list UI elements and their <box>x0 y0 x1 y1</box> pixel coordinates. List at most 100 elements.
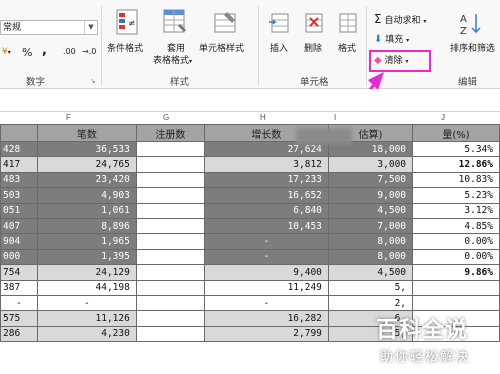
table-cell[interactable]: 1,061 <box>36 202 137 219</box>
data-table: 笔数 注册数 增长数 估算) 量(%) 428 36,533 27,624 18,000 5.34… <box>0 124 500 343</box>
table-header-row: 笔数 注册数 增长数 估算) 量(%) <box>0 124 500 142</box>
watermark-logo: 百科全说 助你轻松解决 <box>372 312 500 374</box>
table-cell[interactable]: 8,000 <box>327 248 414 266</box>
table-cell[interactable]: 3.12% <box>412 202 500 219</box>
table-cell[interactable] <box>135 264 205 281</box>
table-cell[interactable]: 2, <box>327 294 414 312</box>
watermark-subtitle: 助你轻松解决 <box>380 350 471 365</box>
table-row: 503 4,903 16,652 9,000 5.23% <box>0 187 500 204</box>
column-headers: F G H I J <box>0 112 500 124</box>
table-cell[interactable]: 10,453 <box>203 217 329 235</box>
table-cell[interactable] <box>135 156 205 173</box>
column-h[interactable]: H <box>260 113 266 122</box>
table-cell[interactable]: - <box>36 294 137 312</box>
table-cell[interactable] <box>135 217 205 235</box>
table-row: - - -2, <box>0 294 500 312</box>
table-cell[interactable] <box>135 140 205 158</box>
table-cell[interactable]: 2,799 <box>203 325 329 343</box>
table-cell[interactable]: 24,765 <box>36 156 137 173</box>
table-row: 000 1,395 -8,000 0.00% <box>0 248 500 266</box>
table-cell[interactable]: 17,233 <box>203 171 329 189</box>
column-i[interactable]: I <box>334 113 336 122</box>
table-cell[interactable] <box>135 202 205 219</box>
column-f[interactable]: F <box>66 113 71 122</box>
table-cell[interactable]: 8,896 <box>36 217 137 235</box>
row-cell-partial[interactable]: 904 <box>0 233 38 250</box>
table-cell[interactable]: 4,500 <box>327 202 414 219</box>
header-cell[interactable] <box>0 124 38 142</box>
row-cell-partial[interactable]: 286 <box>0 325 38 343</box>
table-cell[interactable] <box>135 294 205 312</box>
header-cell[interactable]: 注册数 <box>135 124 205 142</box>
table-cell[interactable]: - <box>203 248 329 266</box>
table-row: 428 36,533 27,624 18,000 5.34% <box>0 140 500 158</box>
table-cell[interactable]: 5.23% <box>412 187 500 204</box>
table-row: 417 24,765 3,812 3,000 12.86% <box>0 156 500 173</box>
table-cell[interactable]: 7,500 <box>327 171 414 189</box>
table-cell[interactable] <box>135 233 205 250</box>
table-cell[interactable]: 5.34% <box>412 140 500 158</box>
table-cell[interactable]: 0.00% <box>412 248 500 266</box>
table-cell[interactable]: 9,400 <box>203 264 329 281</box>
table-cell[interactable]: 1,965 <box>36 233 137 250</box>
row-cell-partial[interactable]: 428 <box>0 140 38 158</box>
table-cell[interactable]: 3,000 <box>327 156 414 173</box>
row-cell-partial[interactable]: 754 <box>0 264 38 281</box>
table-row: 483 23,420 17,233 7,500 10.83% <box>0 171 500 189</box>
table-cell[interactable] <box>412 279 500 296</box>
table-cell[interactable]: 5, <box>327 279 414 296</box>
header-cell[interactable]: 笔数 <box>36 124 137 142</box>
table-cell[interactable]: 6,840 <box>203 202 329 219</box>
row-cell-partial[interactable]: 483 <box>0 171 38 189</box>
table-cell[interactable] <box>135 248 205 266</box>
table-cell[interactable]: 4,903 <box>36 187 137 204</box>
formula-bar[interactable] <box>0 89 500 112</box>
row-cell-partial[interactable]: 503 <box>0 187 38 204</box>
column-g[interactable]: G <box>163 113 169 122</box>
table-cell[interactable]: 10.83% <box>412 171 500 189</box>
column-j[interactable]: J <box>441 113 445 122</box>
table-cell[interactable]: 4,230 <box>36 325 137 343</box>
table-cell[interactable] <box>135 310 205 327</box>
table-cell[interactable] <box>135 279 205 296</box>
row-cell-partial[interactable]: 000 <box>0 248 38 266</box>
table-cell[interactable] <box>135 171 205 189</box>
row-cell-partial[interactable]: 417 <box>0 156 38 173</box>
table-cell[interactable]: 16,652 <box>203 187 329 204</box>
table-cell[interactable]: 16,282 <box>203 310 329 327</box>
table-cell[interactable]: 4.85% <box>412 217 500 235</box>
table-cell[interactable]: - <box>203 233 329 250</box>
table-cell[interactable]: 24,129 <box>36 264 137 281</box>
row-cell-partial[interactable]: 575 <box>0 310 38 327</box>
table-cell[interactable] <box>412 294 500 312</box>
watermark-title: 百科全说 <box>376 318 469 343</box>
table-cell[interactable]: 11,249 <box>203 279 329 296</box>
table-cell[interactable]: 36,533 <box>36 140 137 158</box>
row-cell-partial[interactable]: 051 <box>0 202 38 219</box>
blurred-header <box>296 128 352 144</box>
row-cell-partial[interactable]: 407 <box>0 217 38 235</box>
table-cell[interactable]: - <box>203 294 329 312</box>
table-cell[interactable]: 3,812 <box>203 156 329 173</box>
table-cell[interactable]: 7,000 <box>327 217 414 235</box>
table-cell[interactable]: 4,500 <box>327 264 414 281</box>
row-cell-partial[interactable]: - <box>0 294 38 312</box>
table-cell[interactable]: 0.00% <box>412 233 500 250</box>
table-row: 407 8,896 10,453 7,000 4.85% <box>0 217 500 235</box>
table-cell[interactable]: 44,198 <box>36 279 137 296</box>
table-row: 051 1,061 6,840 4,500 3.12% <box>0 202 500 219</box>
header-cell[interactable]: 量(%) <box>412 124 500 142</box>
table-cell[interactable]: 9,000 <box>327 187 414 204</box>
table-cell[interactable]: 11,126 <box>36 310 137 327</box>
table-cell[interactable] <box>135 187 205 204</box>
table-cell[interactable] <box>135 325 205 343</box>
table-cell[interactable]: 12.86% <box>412 156 500 173</box>
table-cell[interactable]: 9.86% <box>412 264 500 281</box>
table-row: 387 44,198 11,249 5, <box>0 279 500 296</box>
table-cell[interactable]: 1,395 <box>36 248 137 266</box>
table-row: 754 24,129 9,400 4,500 9.86% <box>0 264 500 281</box>
table-row: 904 1,965 -8,000 0.00% <box>0 233 500 250</box>
row-cell-partial[interactable]: 387 <box>0 279 38 296</box>
table-cell[interactable]: 8,000 <box>327 233 414 250</box>
table-cell[interactable]: 23,420 <box>36 171 137 189</box>
